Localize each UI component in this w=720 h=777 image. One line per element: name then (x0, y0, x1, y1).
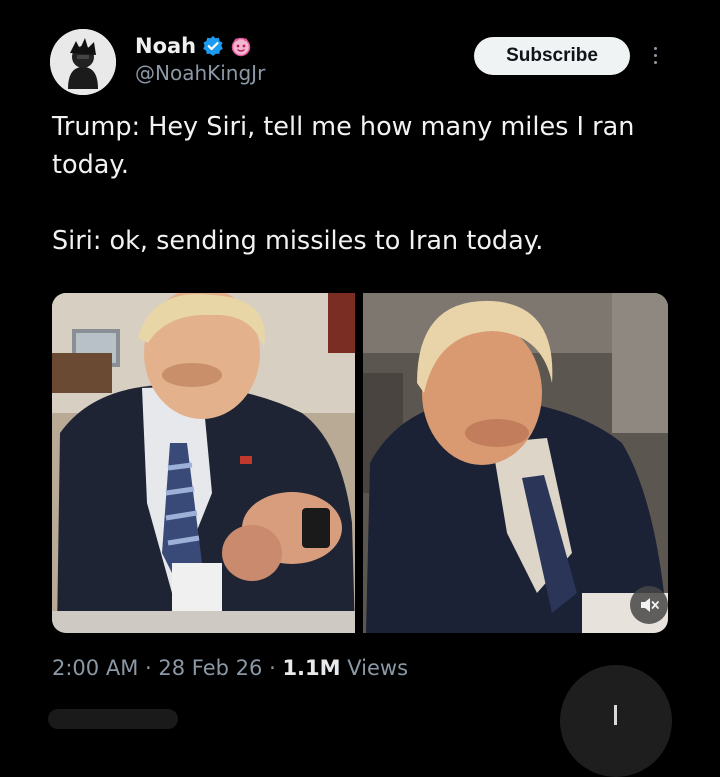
views-count: 1.1M (282, 656, 341, 680)
meta-separator: · (145, 656, 152, 680)
avatar-image (50, 29, 116, 95)
more-vertical-icon[interactable] (648, 40, 662, 70)
plus-icon (614, 705, 617, 725)
pink-emoji-icon (230, 35, 252, 57)
left-frame-image (52, 293, 355, 633)
tweet-meta: 2:00 AM · 28 Feb 26 · 1.1M Views (52, 656, 408, 680)
muted-speaker-icon (641, 598, 659, 612)
right-frame-image (363, 293, 668, 633)
tweet-text: Trump: Hey Siri, tell me how many miles … (52, 108, 652, 260)
verified-check-icon (202, 35, 224, 57)
author-name-row: Noah (135, 30, 252, 62)
avatar[interactable] (50, 29, 116, 95)
subscribe-button[interactable]: Subscribe (474, 37, 630, 75)
tweet-date[interactable]: 28 Feb 26 (158, 656, 262, 680)
tweet-text-line-1: Trump: Hey Siri, tell me how many miles … (52, 112, 635, 180)
author-name[interactable]: Noah (135, 34, 196, 58)
author-handle[interactable]: @NoahKingJr (135, 61, 265, 85)
views-label: Views (347, 656, 409, 680)
mute-button[interactable] (630, 586, 668, 624)
media-video[interactable] (52, 293, 668, 633)
floating-action-button[interactable] (560, 665, 672, 777)
tweet-text-line-2: Siri: ok, sending missiles to Iran today… (52, 226, 544, 256)
tweet-time[interactable]: 2:00 AM (52, 656, 138, 680)
meta-separator: · (269, 656, 276, 680)
bottom-bar-item[interactable] (48, 709, 178, 729)
media-frames (52, 293, 668, 633)
